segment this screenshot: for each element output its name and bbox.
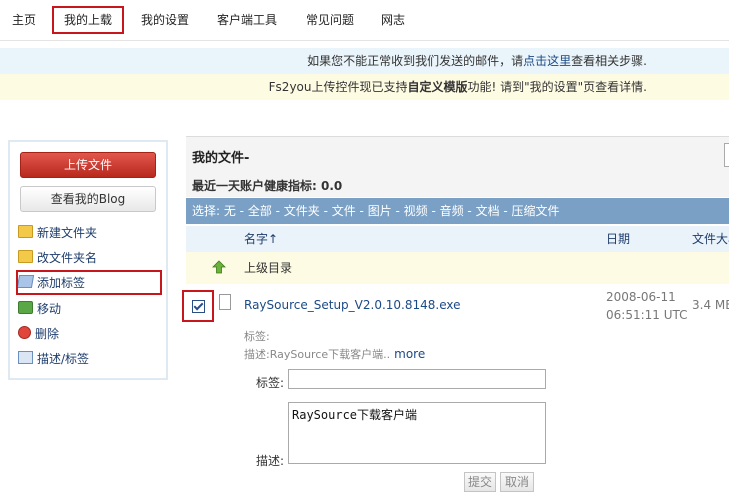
email-notice-suffix: 查看相关步骤.: [571, 54, 647, 68]
upload-file-button[interactable]: 上传文件: [20, 152, 156, 178]
template-notice: Fs2you上传控件现已支持自定义模版功能! 请到"我的设置"页查看详情.: [0, 74, 729, 100]
file-description: 描述:RaySource下载客户端.. more: [244, 346, 425, 362]
submit-button[interactable]: 提交: [464, 472, 496, 492]
file-row: RaySource_Setup_V2.0.10.8148.exe 2008-06…: [182, 284, 729, 500]
more-link[interactable]: more: [394, 347, 425, 361]
sidebar-item-move[interactable]: 移动: [16, 298, 162, 320]
folder-icon: [18, 225, 33, 238]
column-header: 名字↑ 日期 文件大小: [186, 226, 729, 252]
click-here-link[interactable]: 点击这里: [523, 54, 571, 68]
describe-icon: [18, 351, 33, 364]
header-edge: [724, 143, 729, 167]
folder-icon: [18, 250, 33, 263]
nav-client-tools[interactable]: 客户端工具: [217, 11, 277, 28]
template-notice-suffix: 功能! 请到"我的设置"页查看详情.: [467, 80, 647, 94]
sidebar-item-label: 删除: [35, 327, 60, 341]
main-header: 我的文件- 最近一天账户健康指标: 0.0: [186, 136, 729, 197]
health-indicator: 最近一天账户健康指标: 0.0: [192, 179, 343, 193]
file-description-text: 描述:RaySource下载客户端..: [244, 348, 391, 361]
parent-dir-row[interactable]: 上级目录: [186, 252, 729, 284]
column-date[interactable]: 日期: [606, 226, 630, 252]
view-blog-button[interactable]: 查看我的Blog: [20, 186, 156, 212]
column-name[interactable]: 名字↑: [244, 226, 278, 252]
file-name-link[interactable]: RaySource_Setup_V2.0.10.8148.exe: [244, 298, 461, 312]
tag-input[interactable]: [288, 369, 546, 389]
checkbox-highlight: [182, 290, 214, 322]
nav-home[interactable]: 主页: [12, 11, 36, 28]
email-notice-prefix: 如果您不能正常收到我们发送的邮件，请: [307, 54, 524, 68]
column-size[interactable]: 文件大小: [692, 226, 729, 252]
parent-dir-label: 上级目录: [244, 261, 293, 275]
nav-my-settings[interactable]: 我的设置: [141, 11, 189, 28]
sidebar-item-describe-tag[interactable]: 描述/标签: [16, 348, 162, 370]
description-input[interactable]: RaySource下载客户端: [288, 402, 546, 464]
cancel-button[interactable]: 取消: [500, 472, 534, 492]
nav-my-uploads[interactable]: 我的上载: [52, 6, 125, 34]
sidebar-item-rename-folder[interactable]: 改文件夹名: [16, 247, 162, 269]
sidebar-item-delete[interactable]: 删除: [16, 323, 162, 345]
sidebar-item-label: 新建文件夹: [37, 226, 98, 240]
file-tag-text: 标签:: [244, 330, 270, 343]
up-arrow-icon: [212, 260, 226, 274]
nav-faq[interactable]: 常见问题: [306, 11, 354, 28]
sidebar-item-label: 移动: [37, 302, 62, 316]
template-notice-prefix: Fs2you上传控件现已支持: [268, 80, 408, 94]
description-label: 描述:: [256, 454, 285, 468]
sidebar-item-label: 改文件夹名: [37, 251, 98, 265]
file-icon: [219, 294, 231, 310]
file-date: 2008-06-11: [606, 290, 676, 304]
email-notice: 如果您不能正常收到我们发送的邮件，请点击这里查看相关步骤.: [0, 48, 729, 74]
sidebar-item-new-folder[interactable]: 新建文件夹: [16, 222, 162, 244]
move-icon: [18, 301, 33, 314]
custom-template-text: 自定义模版: [407, 80, 468, 94]
filter-bar[interactable]: 选择: 无 - 全部 - 文件夹 - 文件 - 图片 - 视频 - 音频 - 文…: [186, 198, 729, 224]
file-time: 06:51:11 UTC: [606, 308, 688, 322]
delete-icon: [18, 326, 31, 339]
page-title: 我的文件-: [192, 151, 250, 166]
nav-blog[interactable]: 网志: [381, 11, 405, 28]
file-size: 3.4 MB: [692, 298, 729, 312]
add-tag-highlight: [16, 270, 162, 295]
sidebar: 上传文件 查看我的Blog 新建文件夹 改文件夹名 添加标签 移动 删除 描述/…: [8, 140, 168, 380]
tag-label: 标签:: [256, 376, 285, 390]
top-nav: 主页 我的上载 我的设置 客户端工具 常见问题 网志: [0, 0, 729, 41]
sidebar-item-label: 描述/标签: [37, 352, 90, 366]
main-panel: 我的文件- 最近一天账户健康指标: 0.0 选择: 无 - 全部 - 文件夹 -…: [182, 136, 729, 500]
